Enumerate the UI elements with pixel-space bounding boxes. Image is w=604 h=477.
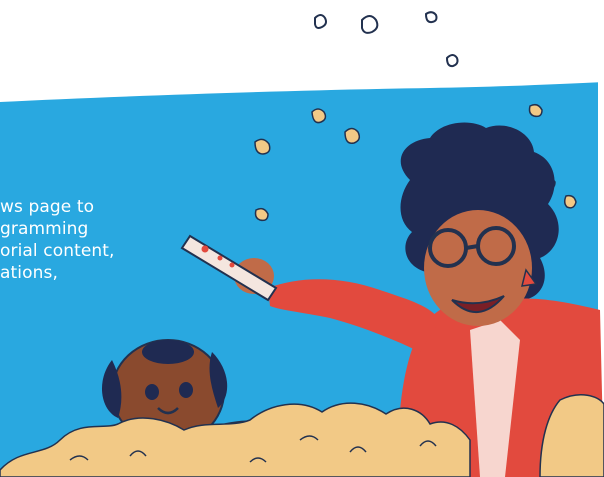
promo-line: ations, <box>0 263 58 283</box>
promo-line: orial content, <box>0 241 115 261</box>
promo-line: ws page to <box>0 197 95 217</box>
promo-text: ws page to gramming orial content, ation… <box>0 196 200 284</box>
floating-popcorn <box>314 11 459 68</box>
promo-line: gramming <box>0 219 89 239</box>
